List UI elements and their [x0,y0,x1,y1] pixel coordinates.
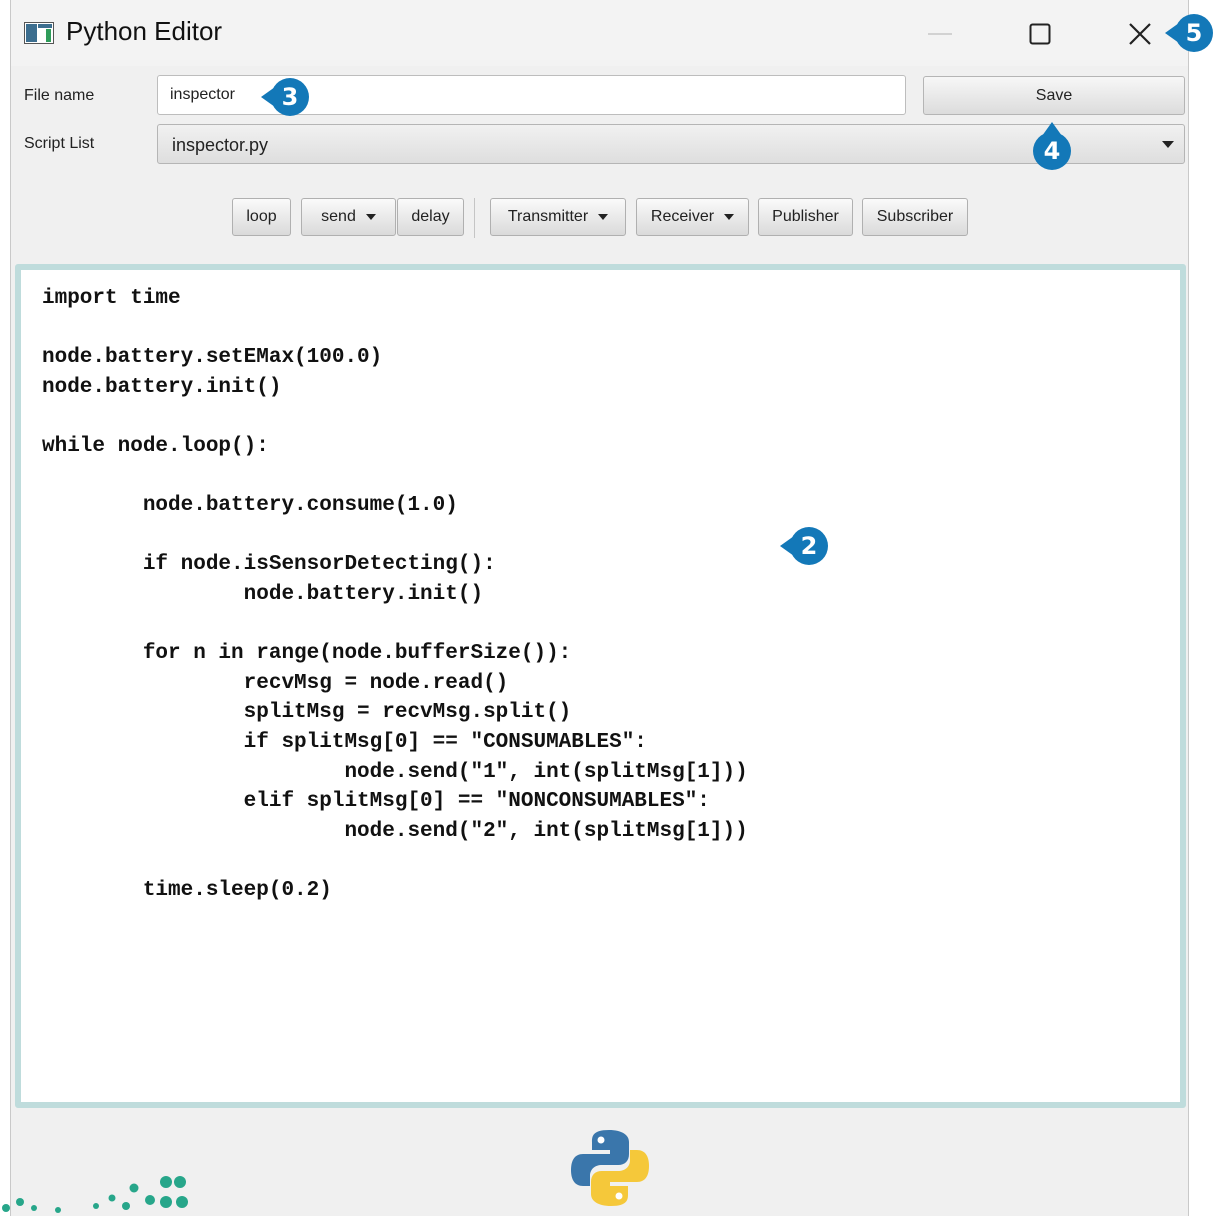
transmitter-dropdown-button[interactable]: Transmitter [490,198,626,236]
window-title: Python Editor [66,16,223,46]
close-button[interactable] [1118,12,1162,56]
callout-badge-4: 4 [1033,122,1071,170]
send-label: send [321,208,356,225]
delay-label: delay [411,208,450,225]
code-line: elif splitMsg[0] == "NONCONSUMABLES": [42,790,710,814]
code-line: if splitMsg[0] == "CONSUMABLES": [42,730,647,754]
title-bar: Python Editor [11,0,1188,66]
code-line: node.send("2", int(splitMsg[1])) [42,819,748,843]
transmitter-label: Transmitter [507,208,589,225]
file-name-label: File name [24,87,95,104]
code-line: while node.loop(): [42,434,269,458]
snippet-toolbar: loop send delay Transmitter Receiver Pub… [11,198,1188,238]
send-dropdown-button[interactable]: send [301,198,396,236]
minimize-button[interactable] [918,12,962,56]
publisher-label: Publisher [772,208,839,225]
save-button[interactable]: Save [923,76,1185,115]
code-line: node.battery.init() [42,375,282,399]
code-line: node.battery.init() [42,582,484,606]
close-icon [1129,23,1151,45]
minimize-icon [928,33,952,35]
chevron-down-icon [598,214,609,220]
receiver-label: Receiver [650,208,715,225]
callout-badge-2: 2 [780,527,828,565]
code-editor[interactable]: import time node.battery.setEMax(100.0) no… [15,264,1186,1108]
toolbar-separator [474,198,475,238]
chevron-down-icon [365,214,376,220]
code-line: node.send("1", int(splitMsg[1])) [42,760,748,784]
maximize-button[interactable] [1018,12,1062,56]
script-list-label: Script List [24,135,95,152]
script-list-select[interactable]: inspector.py [157,124,1185,164]
app-window-icon [24,22,54,44]
code-line: time.sleep(0.2) [42,878,332,902]
code-line: node.battery.consume(1.0) [42,494,458,518]
code-text[interactable]: import time node.battery.setEMax(100.0) no… [42,284,748,905]
receiver-dropdown-button[interactable]: Receiver [636,198,749,236]
callout-badge-3: 3 [261,78,309,116]
delay-button[interactable]: delay [397,198,464,236]
script-list-value: inspector.py [172,135,269,155]
loop-button[interactable]: loop [232,198,291,236]
code-line: import time [42,287,181,310]
callout-badge-5: 5 [1165,14,1213,52]
subscriber-button[interactable]: Subscriber [862,198,968,236]
code-line: node.battery.setEMax(100.0) [42,346,383,370]
loop-label: loop [246,208,277,225]
chevron-down-icon [1162,141,1174,148]
code-line: if node.isSensorDetecting(): [42,553,496,577]
code-line: for n in range(node.bufferSize()): [42,642,572,666]
publisher-button[interactable]: Publisher [758,198,853,236]
code-line: splitMsg = recvMsg.split() [42,701,572,725]
decorative-dots [2,1176,188,1213]
python-editor-window: Python Editor File name Save Script List… [10,0,1189,1216]
subscriber-label: Subscriber [876,208,954,225]
maximize-icon [1029,23,1051,45]
python-logo [571,1130,649,1206]
chevron-down-icon [724,214,735,220]
code-line: recvMsg = node.read() [42,671,509,695]
